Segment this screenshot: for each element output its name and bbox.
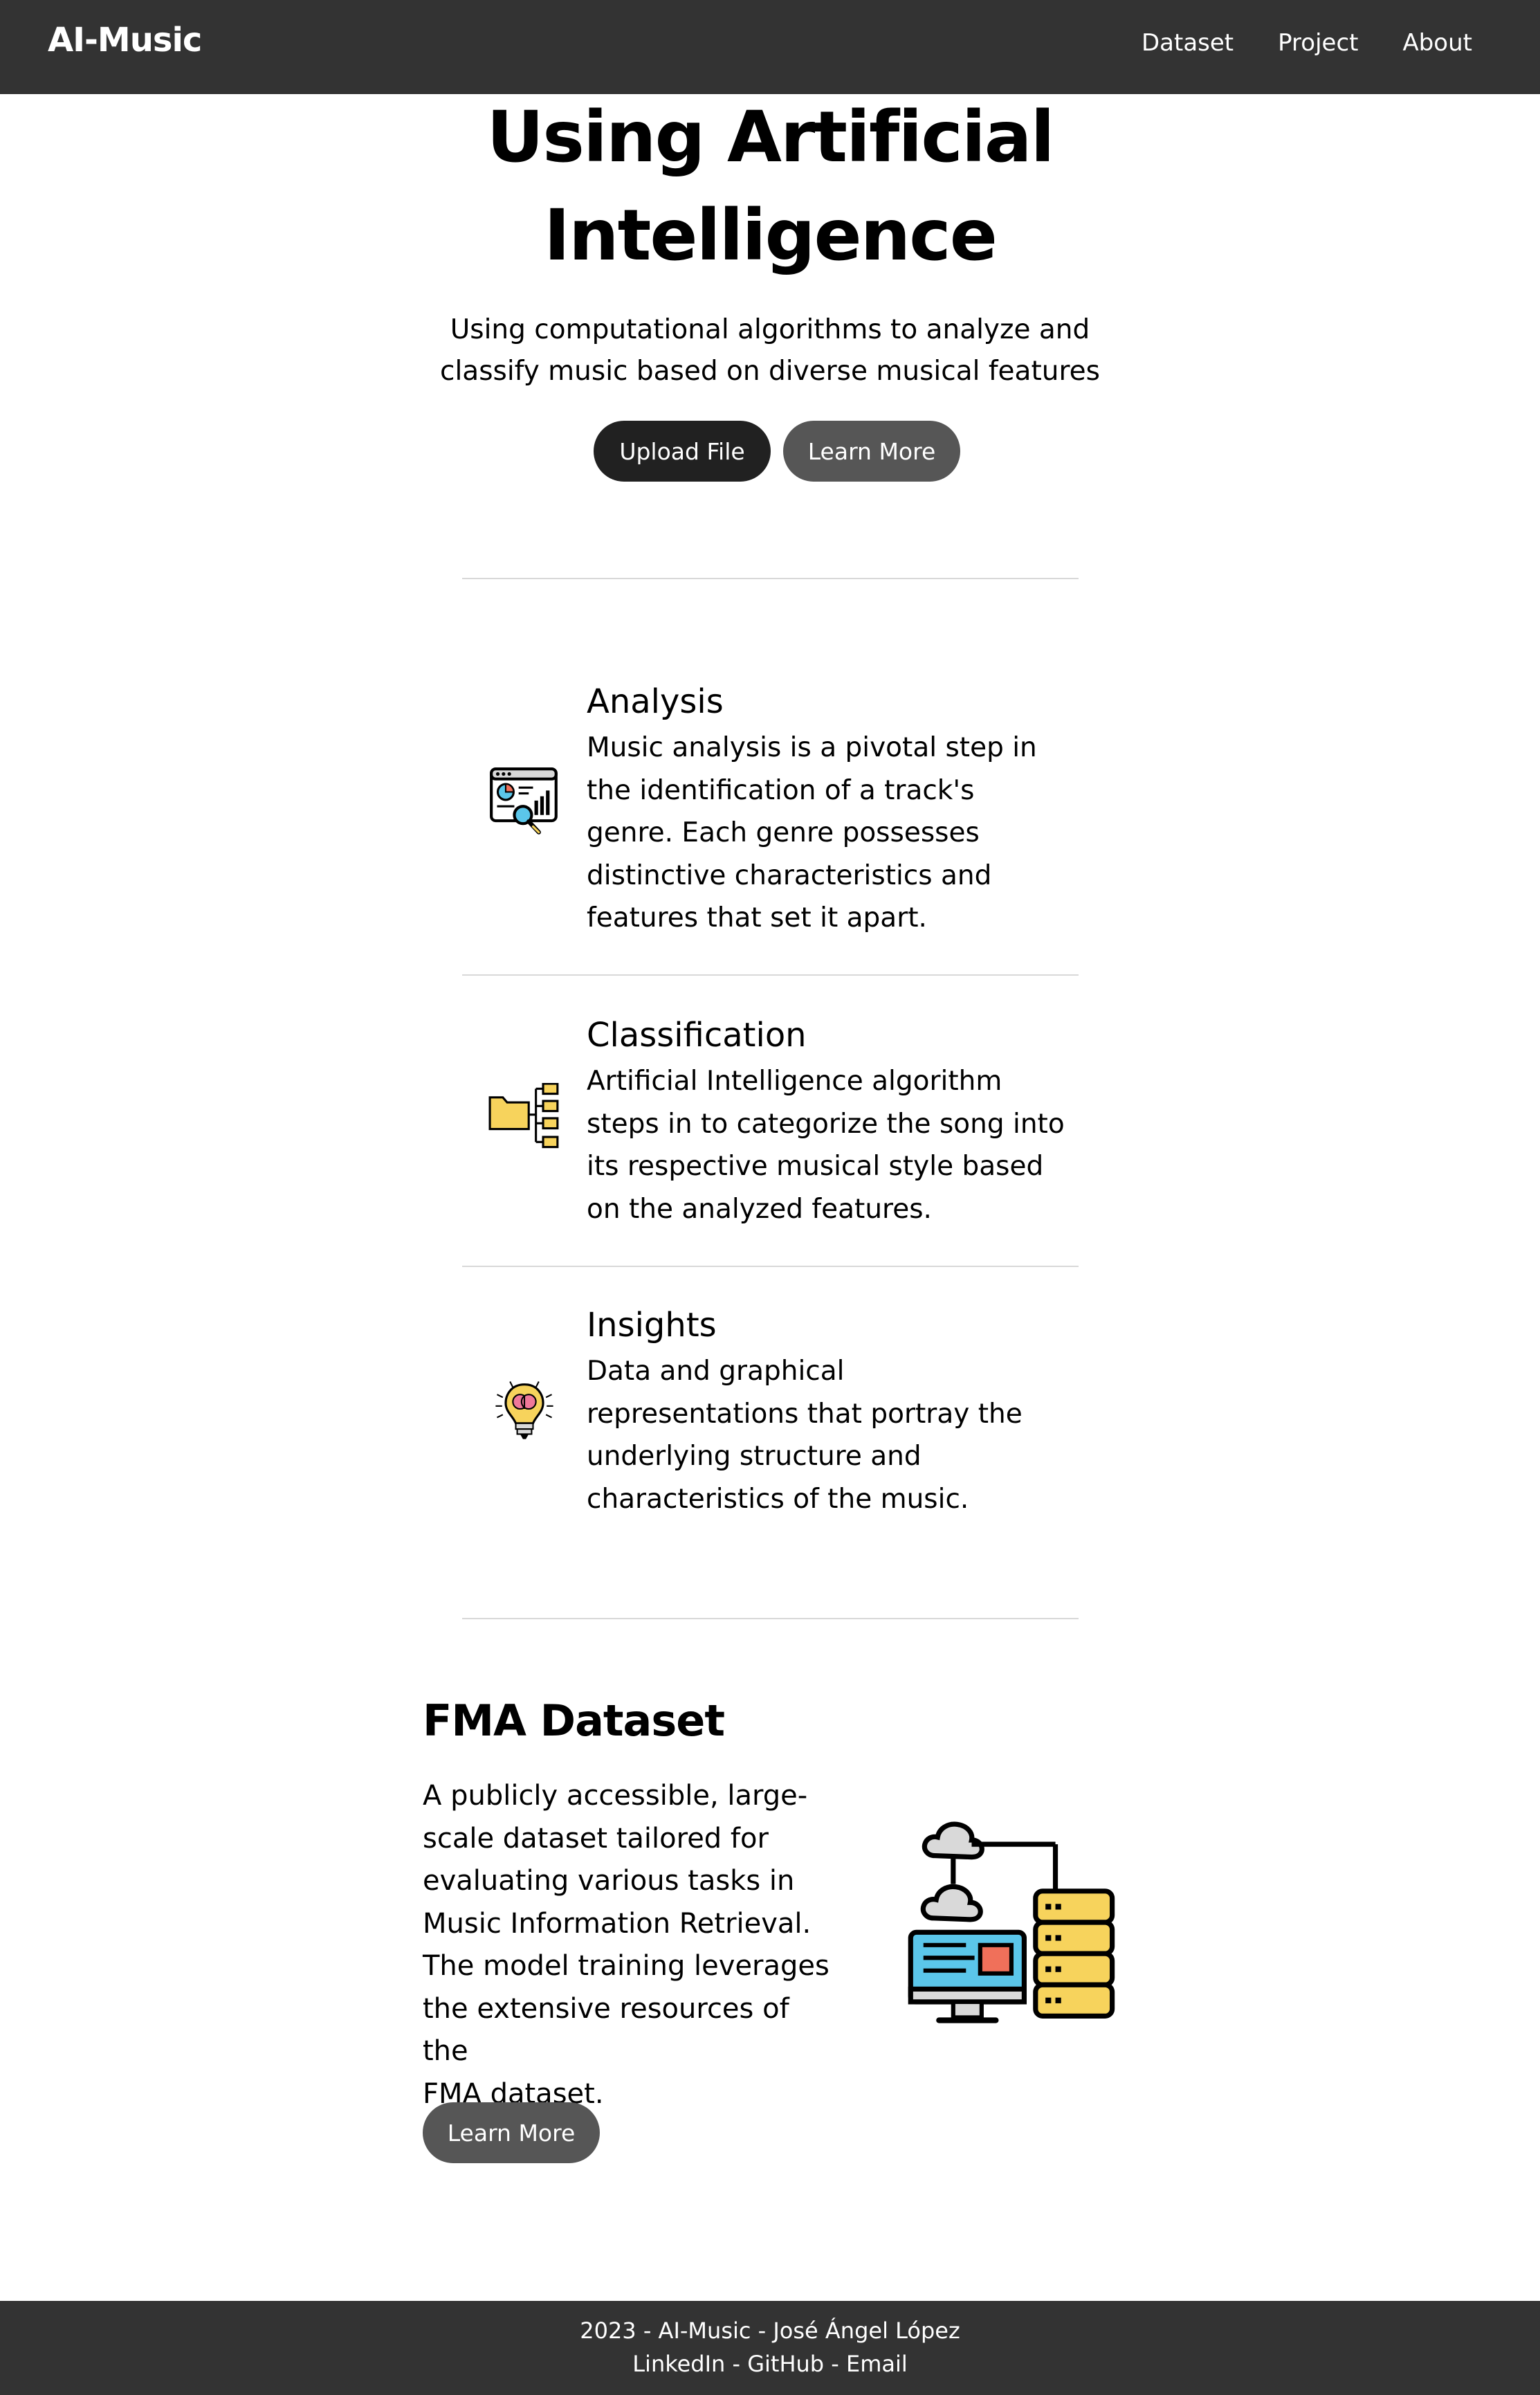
text-line: the identification of a track's	[587, 774, 975, 806]
divider	[462, 974, 1079, 976]
nav-link-about[interactable]: About	[1402, 29, 1472, 57]
footer: 2023 - AI-Music - José Ángel López Linke…	[0, 2301, 1540, 2395]
nav-links: Dataset Project About	[1142, 29, 1472, 57]
nav-link-project[interactable]: Project	[1278, 29, 1358, 57]
footer-copyright: 2023 - AI-Music - José Ángel López	[580, 2317, 960, 2344]
text-line: Music analysis is a pivotal step in	[587, 732, 1037, 763]
divider	[462, 1266, 1079, 1267]
footer-link-linkedin[interactable]: LinkedIn	[632, 2351, 725, 2377]
hero-title: Using Artificial Intelligence	[355, 89, 1185, 285]
text-line: Artificial Intelligence algorithm	[587, 1066, 1002, 1097]
footer-link-github[interactable]: GitHub	[747, 2351, 824, 2377]
footer-separator: -	[725, 2351, 748, 2377]
feature-title-analysis: Analysis	[587, 682, 724, 721]
text-line: scale dataset tailored for	[423, 1822, 769, 1855]
text-line: characteristics of the music.	[587, 1483, 969, 1515]
nav-link-dataset[interactable]: Dataset	[1142, 29, 1234, 57]
feature-title-classification: Classification	[587, 1016, 807, 1055]
text-line: Music Information Retrieval.	[423, 1907, 812, 1940]
fma-dataset-title: FMA Dataset	[423, 1695, 725, 1746]
footer-link-email[interactable]: Email	[846, 2351, 908, 2377]
text-line: distinctive characteristics and	[587, 859, 992, 891]
feature-text-insights: Data and graphical representations that …	[587, 1350, 1071, 1520]
feature-text-classification: Artificial Intelligence algorithm steps …	[587, 1060, 1071, 1230]
hero-subtitle-line1: Using computational algorithms to analyz…	[450, 314, 1090, 345]
text-line: on the analyzed features.	[587, 1193, 932, 1225]
divider	[462, 578, 1079, 579]
text-line: underlying structure and	[587, 1441, 922, 1472]
footer-links: LinkedIn - GitHub - Email	[0, 2351, 1540, 2377]
text-line: steps in to categorize the song into	[587, 1108, 1065, 1140]
hero-subtitle-line2: classify music based on diverse musical …	[440, 356, 1100, 387]
text-line: its respective musical style based	[587, 1151, 1044, 1182]
folder-hierarchy-icon	[488, 1083, 559, 1149]
text-line: A publicly accessible, large-	[423, 1780, 808, 1812]
footer-separator: -	[824, 2351, 846, 2377]
text-line: The model training leverages	[423, 1950, 829, 1982]
analytics-icon	[490, 767, 558, 835]
hero-title-line2: Intelligence	[544, 194, 998, 277]
fma-learn-more-button[interactable]: Learn More	[423, 2102, 600, 2163]
hero-title-line1: Using Artificial	[486, 96, 1054, 179]
brand-logo[interactable]: AI-Music	[48, 21, 202, 60]
top-navbar: AI-Music Dataset Project About	[0, 0, 1540, 94]
text-line: Data and graphical	[587, 1356, 845, 1387]
text-line: representations that portray the	[587, 1398, 1023, 1430]
fma-dataset-text: A publicly accessible, large- scale data…	[423, 1775, 838, 2115]
hero-subtitle: Using computational algorithms to analyz…	[355, 309, 1185, 392]
feature-title-insights: Insights	[587, 1306, 717, 1345]
brain-lightbulb-icon	[495, 1381, 553, 1439]
text-line: evaluating various tasks in	[423, 1865, 795, 1897]
hero-learn-more-button[interactable]: Learn More	[783, 421, 960, 482]
feature-text-analysis: Music analysis is a pivotal step in the …	[587, 727, 1071, 940]
text-line: the extensive resources of the	[423, 1992, 789, 2068]
divider	[462, 1618, 1079, 1619]
cloud-server-icon	[908, 1821, 1115, 2023]
upload-file-button[interactable]: Upload File	[594, 421, 771, 482]
text-line: genre. Each genre possesses	[587, 817, 980, 848]
text-line: features that set it apart.	[587, 902, 927, 934]
